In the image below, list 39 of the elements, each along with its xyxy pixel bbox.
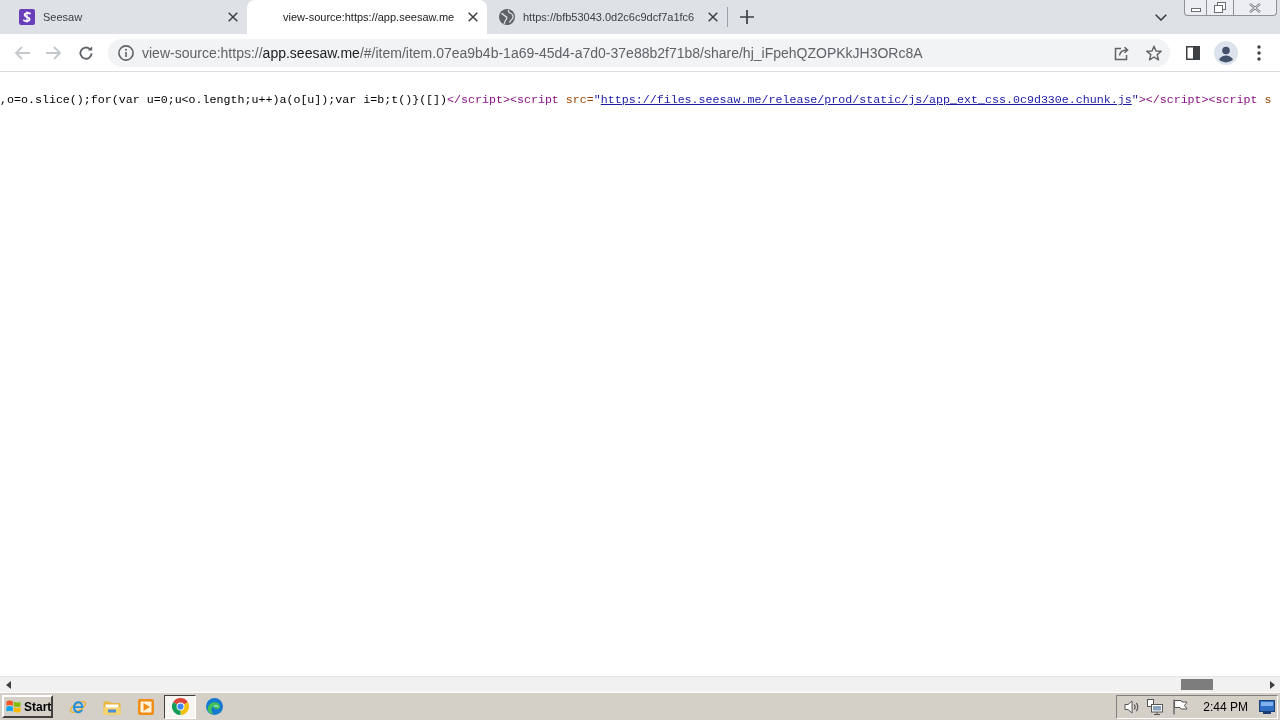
minimize-icon [1190,8,1201,12]
start-button[interactable]: Start [2,695,53,718]
close-icon[interactable] [228,12,238,22]
reload-icon[interactable] [78,44,94,61]
close-icon [1249,2,1261,13]
scroll-right-icon[interactable] [1269,680,1275,689]
share-icon[interactable] [1114,44,1130,61]
restore-button[interactable] [1207,0,1234,16]
info-icon[interactable] [118,44,134,61]
profile-icon[interactable] [1214,40,1238,65]
source-code-line: ,o=o.slice();for(var u=0;u<o.length;u++)a(o[u]);var i=b;t()}([])</script><script src="https://files.seesaw.me/release/prod/static/js/app_ext_css.0c9d330e.chunk.js"></script><script s [0,92,1272,108]
speaker-icon[interactable] [1124,698,1141,715]
scrollbar-thumb[interactable] [1181,679,1213,690]
close-icon[interactable] [468,12,478,22]
globe-icon [499,9,515,25]
plus-icon[interactable] [740,10,754,24]
swirl-logo-icon [205,698,223,715]
browser-tab[interactable]: Seesaw [7,0,247,34]
scroll-left-icon[interactable] [5,680,11,689]
circle-logo-icon [171,698,189,715]
clock-time[interactable]: 2:44 PM [1203,699,1248,714]
star-icon[interactable] [1146,44,1162,61]
close-button[interactable] [1234,0,1277,16]
source-link[interactable]: https://files.seesaw.me/release/prod/static/js/app_ext_css.0c9d330e.chunk.js [600,93,1132,106]
close-icon[interactable] [708,12,718,22]
side-panel-icon[interactable] [1186,45,1200,60]
browser-tab[interactable]: https://bfb53043.0d2c6c9dcf7a1fc6 [487,0,727,34]
play-tile-icon [138,698,154,715]
logo-icon [6,699,21,714]
menu-icon[interactable] [1257,44,1261,61]
chevron-down-icon[interactable] [1155,13,1167,21]
monitor-icon[interactable] [1259,699,1275,714]
taskbar-button[interactable] [164,694,196,719]
minimize-button[interactable] [1184,0,1207,16]
network-icon[interactable] [1147,698,1164,715]
flag-icon[interactable] [1172,698,1189,715]
browser-tab[interactable]: view-source:https://app.seesaw.me [247,0,487,34]
site-logo-icon [19,9,35,25]
restore-icon [1214,2,1226,13]
